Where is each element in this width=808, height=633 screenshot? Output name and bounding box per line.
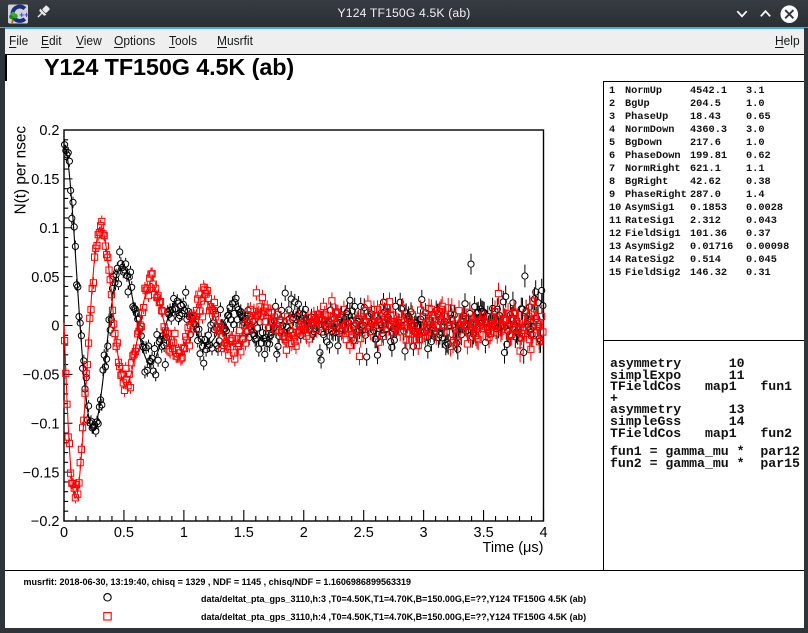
svg-text:−0.1: −0.1 [31,416,60,432]
svg-text:0.2: 0.2 [39,123,59,139]
svg-text:−0.15: −0.15 [23,465,60,481]
svg-text:2: 2 [300,525,308,541]
svg-text:2.5: 2.5 [354,525,374,541]
svg-text:4: 4 [539,525,547,541]
svg-text:3: 3 [420,525,428,541]
svg-text:1.5: 1.5 [234,525,254,541]
svg-text:0.5: 0.5 [114,525,134,541]
svg-text:−0.2: −0.2 [31,514,60,530]
svg-text:0: 0 [60,525,68,541]
svg-text:−0.05: −0.05 [23,368,60,384]
svg-text:Time (μs): Time (μs) [483,540,544,556]
svg-text:0.1: 0.1 [39,221,59,237]
svg-text:N(t) per nsec: N(t) per nsec [13,126,30,215]
svg-text:1: 1 [180,525,188,541]
svg-text:0.15: 0.15 [31,172,59,188]
svg-text:3.5: 3.5 [474,525,494,541]
svg-text:0.05: 0.05 [31,270,59,286]
svg-text:0: 0 [51,319,59,335]
